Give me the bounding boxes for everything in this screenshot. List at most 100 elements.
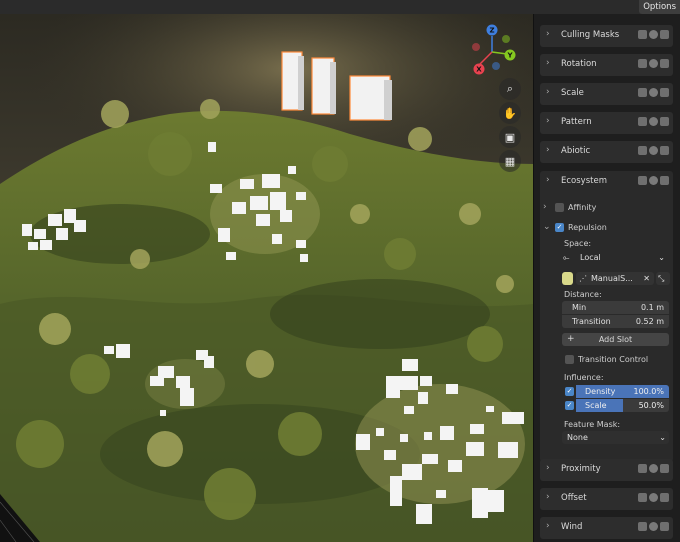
checkbox-icon[interactable] [638, 59, 647, 68]
section-header-icons [638, 30, 669, 39]
section-header-icons [638, 88, 669, 97]
gear-icon[interactable] [649, 59, 658, 68]
affinity-checkbox[interactable] [555, 203, 564, 212]
slot-picker-button[interactable]: ⤡ [656, 272, 670, 285]
section-label: Culling Masks [561, 30, 620, 40]
options-button[interactable]: Options [639, 0, 680, 14]
info-icon[interactable] [660, 464, 669, 473]
section-label: Scale [561, 88, 584, 98]
checkbox-icon[interactable] [638, 88, 647, 97]
info-icon[interactable] [660, 30, 669, 39]
section-header-icons [638, 176, 669, 185]
min-field[interactable]: Min 0.1 m [562, 301, 669, 314]
density-row[interactable]: ✓ Density 100.0% [562, 385, 669, 398]
section-header-icons [638, 117, 669, 126]
section-offset[interactable]: › Offset [540, 488, 673, 510]
close-icon[interactable]: ✕ [643, 274, 650, 283]
z-label: Z [489, 27, 494, 35]
local-axes-icon: ⟜ [563, 253, 570, 262]
section-label: Offset [561, 493, 587, 503]
space-label: Space: [564, 239, 592, 248]
grid-icon[interactable]: ▦ [499, 150, 521, 172]
checkbox-icon[interactable] [638, 176, 647, 185]
influence-label: Influence: [564, 373, 604, 382]
x-label: X [476, 66, 482, 74]
zoom-icon[interactable]: ⌕ [499, 78, 521, 100]
chevron-right-icon: › [546, 521, 550, 531]
chevron-right-icon: › [546, 145, 550, 155]
info-icon[interactable] [660, 493, 669, 502]
gear-icon[interactable] [649, 464, 658, 473]
info-icon[interactable] [660, 59, 669, 68]
checkbox-icon[interactable] [638, 117, 647, 126]
section-header-icons [638, 522, 669, 531]
checkbox-icon[interactable] [638, 464, 647, 473]
space-value: Local [580, 253, 601, 262]
density-checkbox[interactable]: ✓ [565, 387, 574, 396]
gear-icon[interactable] [649, 30, 658, 39]
info-icon[interactable] [660, 146, 669, 155]
chevron-down-icon: ⌄ [659, 433, 666, 442]
ecosystem-header[interactable]: › Ecosystem [540, 171, 673, 193]
gear-icon[interactable] [649, 493, 658, 502]
gear-icon[interactable] [649, 88, 658, 97]
scale-slider[interactable]: Scale 50.0% [576, 399, 669, 412]
info-icon[interactable] [660, 117, 669, 126]
repulsion-row[interactable]: ⌄ ✓ Repulsion [540, 221, 673, 235]
chevron-down-icon: ⌄ [658, 253, 665, 262]
chevron-right-icon: › [546, 58, 550, 68]
chevron-right-icon: › [546, 175, 550, 185]
gear-icon[interactable] [649, 522, 658, 531]
add-slot-button[interactable]: + Add Slot [562, 333, 669, 346]
checkbox-icon[interactable] [638, 146, 647, 155]
gear-icon[interactable] [649, 117, 658, 126]
info-icon[interactable] [660, 522, 669, 531]
repulsion-checkbox[interactable]: ✓ [555, 223, 564, 232]
scale-checkbox[interactable]: ✓ [565, 401, 574, 410]
feature-mask-dropdown[interactable]: None ⌄ [562, 431, 669, 444]
section-pattern[interactable]: › Pattern [540, 112, 673, 134]
density-slider[interactable]: Density 100.0% [576, 385, 669, 398]
section-label: Pattern [561, 117, 592, 127]
section-proximity[interactable]: › Proximity [540, 459, 673, 481]
axis-gizmo[interactable]: Z Y X [466, 22, 518, 78]
chevron-right-icon: › [546, 463, 550, 473]
checkbox-icon[interactable] [638, 493, 647, 502]
pan-hand-icon[interactable]: ✋ [499, 102, 521, 124]
particle-system-icon: ⋰ [579, 274, 587, 283]
section-scale[interactable]: › Scale [540, 83, 673, 105]
distance-label: Distance: [564, 290, 602, 299]
gear-icon[interactable] [649, 176, 658, 185]
section-culling-masks[interactable]: › Culling Masks [540, 25, 673, 47]
slot-color-swatch[interactable] [562, 272, 573, 285]
eyedropper-icon: ⤡ [658, 274, 665, 283]
density-value: 100.0% [633, 387, 664, 396]
info-icon[interactable] [660, 88, 669, 97]
chevron-right-icon: › [546, 116, 550, 126]
min-label: Min [572, 303, 587, 312]
slot-name-field[interactable]: ⋰ ManualS... ✕ [576, 272, 654, 285]
checkbox-icon[interactable] [638, 30, 647, 39]
scale-label: Scale [585, 401, 607, 410]
transition-field[interactable]: Transition 0.52 m [562, 315, 669, 328]
info-icon[interactable] [660, 176, 669, 185]
section-header-icons [638, 464, 669, 473]
gear-icon[interactable] [649, 146, 658, 155]
chevron-right-icon: › [546, 87, 550, 97]
affinity-row[interactable]: › Affinity [540, 201, 673, 215]
section-label: Ecosystem [561, 176, 607, 186]
section-rotation[interactable]: › Rotation [540, 54, 673, 76]
transition-control-row[interactable]: Transition Control [540, 353, 673, 367]
transition-value: 0.52 m [635, 317, 664, 326]
section-wind[interactable]: › Wind [540, 517, 673, 539]
transition-control-checkbox[interactable] [565, 355, 574, 364]
chevron-down-icon: ⌄ [543, 222, 551, 232]
chevron-right-icon: › [543, 202, 547, 212]
scale-row[interactable]: ✓ Scale 50.0% [562, 399, 669, 412]
checkbox-icon[interactable] [638, 522, 647, 531]
camera-icon[interactable]: ▣ [499, 126, 521, 148]
section-label: Wind [561, 522, 583, 532]
space-dropdown[interactable]: ⟜ Local ⌄ [560, 251, 668, 264]
3d-viewport[interactable]: Z Y X ⌕ ✋ ▣ ▦ [0, 14, 533, 542]
section-abiotic[interactable]: › Abiotic [540, 141, 673, 163]
